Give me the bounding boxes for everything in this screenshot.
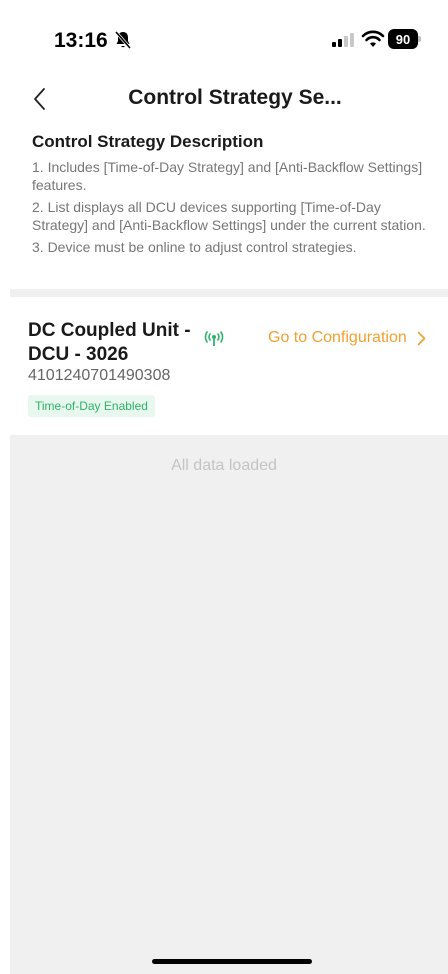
page-title: Control Strategy Se... <box>128 86 342 109</box>
go-to-configuration-link[interactable]: Go to Configuration <box>268 329 426 347</box>
bell-slash-icon <box>114 31 132 49</box>
nav-bar: Control Strategy Se... <box>0 80 448 120</box>
battery-icon: 90 <box>388 29 421 49</box>
strategy-description: Control Strategy Description 1. Includes… <box>32 132 432 260</box>
chevron-right-icon <box>417 331 426 345</box>
status-badge: Time-of-Day Enabled <box>28 395 155 417</box>
description-item: 2. List displays all DCU devices support… <box>32 199 426 233</box>
description-item: 3. Device must be online to adjust contr… <box>32 239 357 255</box>
device-card[interactable]: DC Coupled Unit - DCU - 3026 Go to Confi… <box>10 297 448 435</box>
battery-level: 90 <box>388 29 418 49</box>
wifi-icon <box>361 30 385 47</box>
description-item: 1. Includes [Time-of-Day Strategy] and [… <box>32 159 423 193</box>
device-serial: 4101240701490308 <box>28 367 171 384</box>
home-indicator[interactable] <box>152 959 312 964</box>
configuration-label: Go to Configuration <box>268 329 407 346</box>
signal-icon <box>332 33 354 47</box>
online-signal-icon <box>204 331 224 346</box>
status-time: 13:16 <box>54 29 108 52</box>
status-bar: 13:16 90 <box>0 0 448 80</box>
description-title: Control Strategy Description <box>32 132 264 151</box>
device-name: DC Coupled Unit - DCU - 3026 <box>28 320 191 365</box>
list-footer: All data loaded <box>171 457 277 474</box>
